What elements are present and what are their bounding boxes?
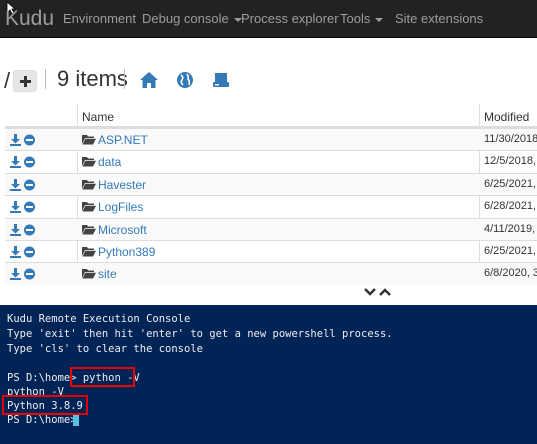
- file-name-link[interactable]: site: [98, 267, 117, 281]
- modified-date: 12/5/2018, 2: [484, 155, 537, 168]
- remove-icon[interactable]: [23, 133, 36, 147]
- folder-open-icon: [82, 157, 96, 167]
- new-item-button[interactable]: [13, 70, 37, 92]
- download-icon[interactable]: [9, 223, 22, 237]
- remove-icon[interactable]: [23, 223, 36, 237]
- row-actions: [9, 200, 36, 214]
- download-icon[interactable]: [9, 178, 22, 192]
- folder-open-icon: [82, 135, 96, 145]
- home-icon[interactable]: [139, 70, 159, 90]
- nav-tools-label: Tools: [340, 11, 371, 26]
- remove-icon[interactable]: [23, 245, 36, 259]
- row-actions: [9, 178, 36, 192]
- top-navbar: Kudu Environment Debug console Process e…: [0, 0, 537, 38]
- table-row[interactable]: Havester 6/25/2021, 1: [5, 172, 537, 196]
- nav-environment[interactable]: Environment: [63, 11, 136, 26]
- modified-date: 4/11/2019, 1: [484, 222, 537, 235]
- console-line: Type 'exit' then hit 'enter' to get a ne…: [7, 328, 393, 340]
- modified-date: 6/25/2021, 1: [484, 177, 537, 190]
- powershell-console[interactable]: Kudu Remote Execution Console Type 'exit…: [0, 305, 537, 444]
- row-actions: [9, 245, 36, 259]
- modified-date: 6/25/2021, 1: [484, 245, 537, 257]
- modified-date: 6/8/2020, 3:: [484, 267, 537, 280]
- chevron-down-icon[interactable]: [363, 287, 377, 297]
- column-header-modified[interactable]: Modified: [484, 110, 529, 124]
- table-row[interactable]: LogFiles 6/28/2021, 1: [5, 195, 537, 218]
- path-root[interactable]: /: [4, 68, 10, 94]
- download-icon[interactable]: [9, 267, 22, 281]
- remove-icon[interactable]: [23, 267, 36, 281]
- file-name-link[interactable]: Python389: [98, 245, 155, 259]
- highlight-box: [70, 367, 135, 387]
- folder-open-icon: [82, 224, 96, 235]
- folder-open-icon: [82, 247, 96, 257]
- row-actions: [9, 155, 36, 169]
- nav-tools[interactable]: Tools: [340, 11, 384, 26]
- folder-open-icon: [82, 202, 96, 212]
- globe-icon[interactable]: [175, 70, 195, 90]
- nav-site-extensions[interactable]: Site extensions: [395, 11, 483, 26]
- remove-icon[interactable]: [23, 200, 36, 214]
- nav-debug-console-label: Debug console: [142, 11, 229, 26]
- file-name-link[interactable]: Microsoft: [98, 223, 147, 237]
- console-prompt: PS D:\home>: [7, 414, 83, 426]
- toolbar-divider: [45, 69, 46, 89]
- brand-logo[interactable]: Kudu: [5, 7, 54, 31]
- folder-open-icon: [82, 179, 96, 190]
- table-row[interactable]: site 6/8/2020, 3:: [5, 262, 537, 286]
- download-icon[interactable]: [9, 133, 22, 147]
- toolbar-divider: [124, 69, 125, 89]
- console-line: Kudu Remote Execution Console: [7, 313, 191, 325]
- chevron-up-icon[interactable]: [378, 287, 392, 297]
- file-name-link[interactable]: Havester: [98, 178, 146, 192]
- download-icon[interactable]: [9, 200, 22, 214]
- table-row[interactable]: Microsoft 4/11/2019, 1: [5, 217, 537, 241]
- folder-open-icon: [82, 269, 96, 279]
- console-line: Type 'cls' to clear the console: [7, 343, 203, 355]
- plus-icon: [20, 76, 31, 87]
- file-name-link[interactable]: LogFiles: [98, 200, 143, 214]
- nav-process-explorer[interactable]: Process explorer: [241, 11, 339, 26]
- download-icon[interactable]: [9, 155, 22, 169]
- file-table: Name Modified ASP.NET 11/30/2018, data 12/5…: [5, 104, 537, 286]
- table-row[interactable]: data 12/5/2018, 2: [5, 150, 537, 173]
- download-icon[interactable]: [9, 245, 22, 259]
- table-header: Name Modified: [5, 104, 537, 128]
- row-actions: [9, 267, 36, 281]
- caret-down-icon: [375, 17, 384, 22]
- modified-date: 11/30/2018,: [484, 133, 537, 145]
- nav-debug-console[interactable]: Debug console: [142, 11, 242, 26]
- drive-icon[interactable]: [211, 70, 231, 90]
- file-name-link[interactable]: data: [98, 155, 121, 169]
- file-toolbar: / 9 items: [0, 64, 537, 94]
- row-actions: [9, 223, 36, 237]
- highlight-box: [2, 395, 88, 415]
- column-header-name[interactable]: Name: [82, 110, 114, 124]
- modified-date: 6/28/2021, 1: [484, 200, 537, 213]
- table-row[interactable]: ASP.NET 11/30/2018,: [5, 128, 537, 151]
- row-actions: [9, 133, 36, 147]
- remove-icon[interactable]: [23, 155, 36, 169]
- table-row[interactable]: Python389 6/25/2021, 1: [5, 240, 537, 263]
- file-name-link[interactable]: ASP.NET: [98, 133, 148, 147]
- remove-icon[interactable]: [23, 178, 36, 192]
- items-count: 9 items: [57, 66, 128, 91]
